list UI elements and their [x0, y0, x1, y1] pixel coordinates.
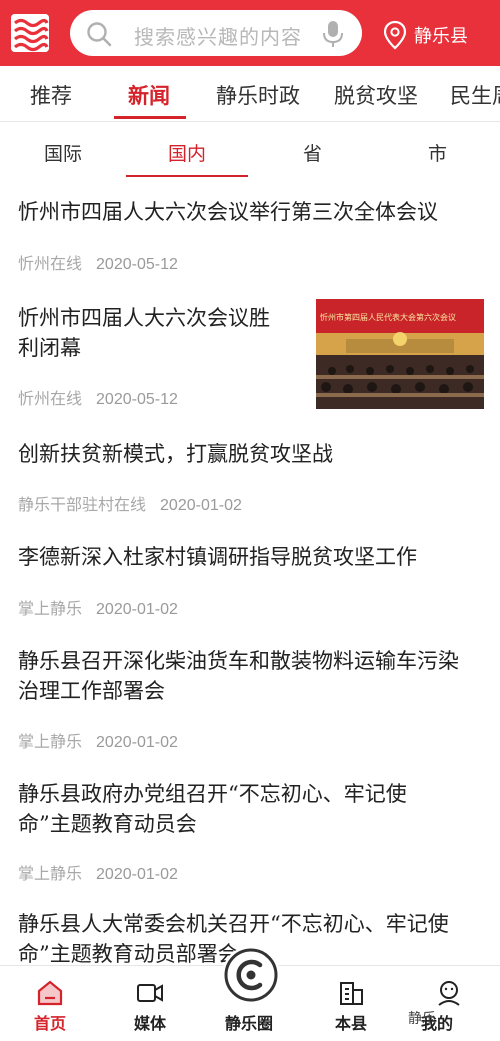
- active-subtab-indicator: [126, 175, 248, 177]
- news-date: 2020-05-12: [96, 391, 178, 408]
- news-title-line-2[interactable]: 命”主题教育动员会: [18, 808, 197, 840]
- news-date: 2020-05-12: [96, 256, 178, 273]
- jingle-circle-button[interactable]: [222, 946, 280, 1004]
- app-logo-icon[interactable]: [11, 14, 49, 52]
- active-tab-indicator: [114, 116, 186, 119]
- news-title-line-2[interactable]: 利闭幕: [18, 332, 81, 364]
- news-meta: 掌上静乐 2020-01-02: [18, 595, 178, 619]
- tab-recommend[interactable]: 推荐: [30, 80, 72, 110]
- circle-logo-icon: [224, 948, 278, 1002]
- tab-news[interactable]: 新闻: [128, 80, 170, 110]
- home-icon: [37, 980, 63, 1006]
- news-meta: 掌上静乐 2020-01-02: [18, 728, 178, 752]
- search-input[interactable]: 搜索感兴趣的内容: [134, 21, 302, 50]
- region-subtabs: 国际 国内 省 市: [0, 123, 500, 179]
- news-title-line-1[interactable]: 静乐县人大常委会机关召开“不忘初心、牢记使: [18, 908, 449, 940]
- news-title-line-1[interactable]: 静乐县政府办党组召开“不忘初心、牢记使: [18, 778, 407, 810]
- news-meta: 掌上静乐 2020-01-02: [18, 860, 178, 884]
- building-icon: [340, 982, 363, 1005]
- news-date: 2020-01-02: [160, 497, 242, 514]
- tab-jingle-politics[interactable]: 静乐时政: [216, 80, 300, 110]
- search-bar[interactable]: 搜索感兴趣的内容: [70, 10, 362, 56]
- location-label[interactable]: 静乐县: [414, 22, 468, 48]
- subtab-international[interactable]: 国际: [44, 139, 82, 166]
- news-title-line-2[interactable]: 治理工作部署会: [18, 675, 165, 707]
- news-title-line-1[interactable]: 静乐县召开深化柴油货车和散装物料运输车污染: [18, 645, 459, 677]
- subtab-city[interactable]: 市: [428, 139, 447, 166]
- news-source: 掌上静乐: [18, 732, 83, 751]
- category-tabs: 推荐 新闻 静乐时政 脱贫攻坚 民生周: [0, 66, 500, 122]
- news-meta: 忻州在线 2020-05-12: [18, 385, 178, 409]
- news-date: 2020-01-02: [96, 866, 178, 883]
- nav-label: 媒体: [133, 1014, 166, 1033]
- news-meta: 静乐干部驻村在线 2020-01-02: [18, 491, 242, 515]
- thumbnail-banner-text: 忻州市第四届人民代表大会第六次会议: [320, 313, 456, 322]
- news-title[interactable]: 创新扶贫新模式，打赢脱贫攻坚战: [18, 438, 333, 470]
- news-date: 2020-01-02: [96, 601, 178, 618]
- video-icon: [137, 984, 163, 1002]
- news-date: 2020-01-02: [96, 734, 178, 751]
- news-meta: 忻州在线 2020-05-12: [18, 250, 178, 274]
- news-source: 静乐干部驻村在线: [18, 495, 147, 514]
- top-header: 搜索感兴趣的内容 静乐县: [0, 0, 500, 66]
- tab-livelihood[interactable]: 民生周: [450, 80, 500, 110]
- location-pin-icon[interactable]: [383, 20, 407, 50]
- news-source: 掌上静乐: [18, 599, 83, 618]
- news-source: 忻州在线: [18, 389, 83, 408]
- nav-label: 本县: [334, 1014, 367, 1033]
- user-icon: [438, 981, 460, 1006]
- news-title[interactable]: 忻州市四届人大六次会议举行第三次全体会议: [18, 196, 438, 228]
- nav-label: 静乐圈: [224, 1014, 273, 1033]
- nav-profile[interactable]: 我的: [414, 966, 484, 1041]
- nav-home[interactable]: 首页: [15, 966, 85, 1041]
- news-source: 掌上静乐: [18, 864, 83, 883]
- nav-label: 首页: [33, 1014, 66, 1033]
- search-icon: [87, 22, 112, 47]
- microphone-icon[interactable]: [322, 20, 344, 48]
- news-title[interactable]: 李德新深入杜家村镇调研指导脱贫攻坚工作: [18, 541, 417, 573]
- news-source: 忻州在线: [18, 254, 83, 273]
- news-title-line-1[interactable]: 忻州市四届人大六次会议胜: [18, 302, 270, 334]
- nav-media[interactable]: 媒体: [115, 966, 185, 1041]
- wechat-watermark: 静乐: [408, 1011, 436, 1027]
- subtab-province[interactable]: 省: [303, 139, 322, 166]
- tab-poverty-alleviation[interactable]: 脱贫攻坚: [334, 80, 418, 110]
- news-thumbnail[interactable]: 忻州市第四届人民代表大会第六次会议: [316, 299, 484, 409]
- subtab-domestic[interactable]: 国内: [168, 139, 206, 166]
- nav-county[interactable]: 本县: [316, 966, 386, 1041]
